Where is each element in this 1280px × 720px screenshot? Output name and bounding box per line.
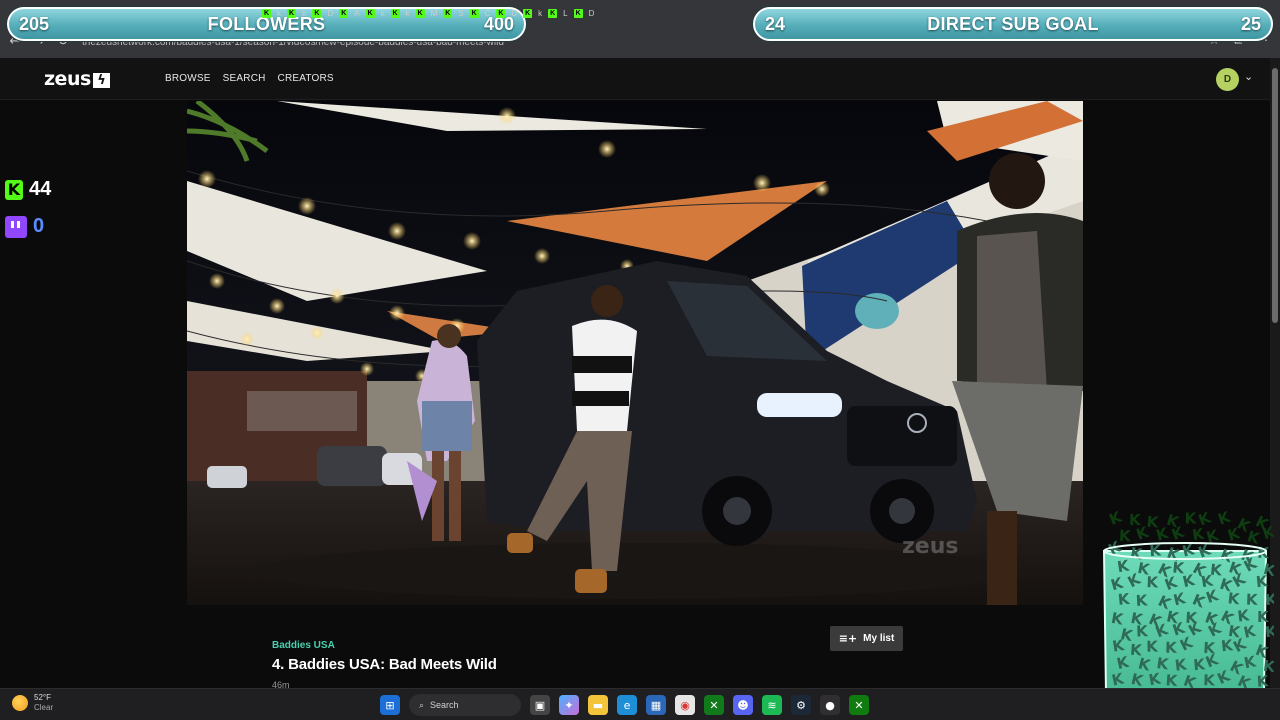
main-nav: BROWSE SEARCH CREATORS xyxy=(165,73,334,84)
twitch-viewers: 0 xyxy=(5,215,44,238)
ticker-letter: U xyxy=(511,8,518,18)
bolt-icon: ϟ xyxy=(92,73,110,88)
episode-title: 4. Baddies USA: Bad Meets Wild xyxy=(272,656,497,673)
task-view-icon[interactable]: ▣ xyxy=(530,695,550,715)
ticker-kick-icon: K xyxy=(443,8,453,18)
ticker-kick-icon: K xyxy=(415,8,425,18)
taskbar-search-label: Search xyxy=(430,700,459,710)
zeus-logo[interactable]: zeus ϟ xyxy=(44,68,110,90)
taskbar: 52°F Clear ⊞ ⌕ Search ▣ ✦ ▬ e ▦ ◉ ✕ ☻ ≋ … xyxy=(0,688,1280,720)
search-icon: ⌕ xyxy=(419,699,425,710)
obs-icon[interactable]: ● xyxy=(820,695,840,715)
ticker-kick-icon: K xyxy=(262,8,271,18)
kick-icon: K xyxy=(5,179,23,200)
twitch-icon xyxy=(5,215,27,238)
chevron-down-icon[interactable]: ⌄ xyxy=(1244,70,1253,83)
ticker-letter: k xyxy=(277,8,281,18)
playlist-add-icon: ≡+ xyxy=(838,632,858,645)
xbox-icon[interactable]: ✕ xyxy=(704,695,724,715)
nav-browse[interactable]: BROWSE xyxy=(165,73,211,84)
ticker-kick-icon: K xyxy=(312,8,322,18)
ticker-letter: L xyxy=(563,8,568,18)
kick-count: 44 xyxy=(29,178,52,200)
kick-jar-piece-icon: K xyxy=(1264,622,1274,641)
ticker-letter: k xyxy=(538,8,543,18)
sub-goal-bar: 24 DIRECT SUB GOAL 25 xyxy=(753,7,1273,41)
screen: ← → ↻ thezeusnetwork.com/baddies-usa-1/s… xyxy=(0,0,1280,720)
kick-jar-piece-icon: K xyxy=(1119,527,1133,546)
ticker-kick-icon: K xyxy=(390,8,400,18)
kick-viewers: K 44 xyxy=(5,178,51,201)
weather-widget[interactable]: 52°F Clear xyxy=(12,693,53,713)
ticker-kick-icon: K xyxy=(469,8,479,18)
kick-jar-piece-icon: K xyxy=(1165,639,1178,657)
discord-icon[interactable]: ☻ xyxy=(733,695,753,715)
copilot-icon[interactable]: ✦ xyxy=(559,695,579,715)
nav-creators[interactable]: CREATORS xyxy=(278,73,334,84)
series-link[interactable]: Baddies USA xyxy=(272,640,335,651)
kick-jar-piece-icon: K xyxy=(1146,573,1160,591)
windows-start-icon[interactable]: ⊞ xyxy=(380,695,400,715)
ticker-kick-icon: K xyxy=(523,8,533,18)
twitch-count: 0 xyxy=(33,215,45,237)
video-frame-image: zeus xyxy=(187,101,1083,605)
avatar[interactable]: D xyxy=(1216,68,1239,91)
ticker-letter: A xyxy=(354,8,360,18)
scrollbar-thumb[interactable] xyxy=(1272,68,1278,323)
steam-icon[interactable]: ⚙ xyxy=(791,695,811,715)
spotify-icon[interactable]: ≋ xyxy=(762,695,782,715)
sub-goal-label: DIRECT SUB GOAL xyxy=(927,14,1099,34)
chrome-icon[interactable]: ◉ xyxy=(675,695,695,715)
logo-text: zeus xyxy=(44,68,91,90)
ticker-letter: D xyxy=(327,8,334,18)
video-watermark: zeus xyxy=(902,534,958,559)
kick-jar-piece-icon: K xyxy=(1107,507,1126,529)
my-list-button[interactable]: ≡+ My list xyxy=(830,626,903,651)
video-player[interactable]: zeus xyxy=(187,101,1083,605)
ticker-letter: k xyxy=(380,8,385,18)
ticker-letter: k xyxy=(405,8,410,18)
ticker-letter: M xyxy=(430,8,438,18)
taskbar-apps: ⊞ ⌕ Search ▣ ✦ ▬ e ▦ ◉ ✕ ☻ ≋ ⚙ ● ✕ xyxy=(380,694,869,716)
kick-chat-ticker: KkKbKDKAKkKkKMKSKCKUKkKLKD xyxy=(262,7,752,19)
ticker-kick-icon: K xyxy=(548,8,558,18)
sub-goal-target: 25 xyxy=(1240,14,1261,34)
site-header: zeus ϟ BROWSE SEARCH CREATORS D ⌄ xyxy=(0,58,1270,100)
ticker-letter: S xyxy=(458,8,464,18)
ticker-kick-icon: K xyxy=(287,8,296,18)
xbox-game-bar-icon[interactable]: ✕ xyxy=(849,695,869,715)
weather-sun-icon xyxy=(12,695,28,711)
ticker-letter: b xyxy=(302,8,307,18)
nav-search[interactable]: SEARCH xyxy=(223,73,266,84)
ticker-kick-icon: K xyxy=(496,8,506,18)
file-explorer-icon[interactable]: ▬ xyxy=(588,695,608,715)
my-list-label: My list xyxy=(863,633,895,644)
kick-jar-overlay: K K K K K K K K KK K K K K K K K KK K K KK K K K KK K KK K K KK KK K K K… xyxy=(1102,507,1274,702)
ticker-kick-icon: K xyxy=(573,8,583,18)
store-icon[interactable]: ▦ xyxy=(646,695,666,715)
ticker-kick-icon: K xyxy=(339,8,349,18)
kick-jar-piece-icon: K xyxy=(1264,590,1274,609)
ticker-letter: D xyxy=(588,8,595,18)
kick-jar-piece-icon: K xyxy=(1261,522,1274,543)
edge-icon[interactable]: e xyxy=(617,695,637,715)
taskbar-search[interactable]: ⌕ Search xyxy=(409,694,521,716)
weather-temp: 52°F xyxy=(34,693,51,702)
ticker-letter: C xyxy=(484,8,491,18)
weather-condition: Clear xyxy=(34,703,54,712)
ticker-kick-icon: K xyxy=(365,8,375,18)
